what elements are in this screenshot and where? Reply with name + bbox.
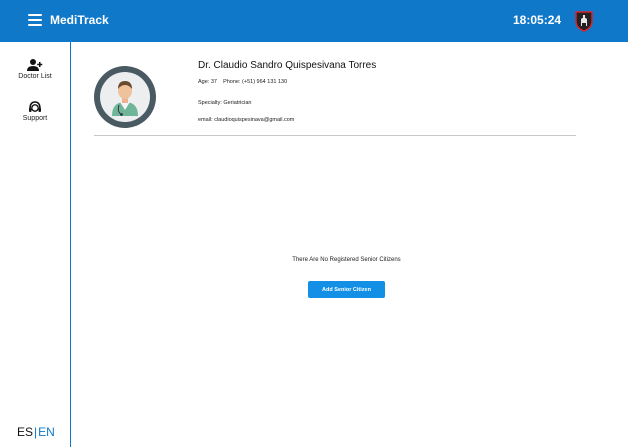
sidebar-item-support[interactable]: Support	[0, 100, 70, 122]
sidebar-item-label: Support	[22, 115, 48, 122]
profile-divider	[94, 135, 576, 136]
add-user-icon	[27, 59, 43, 71]
language-en-option[interactable]: EN	[38, 425, 55, 439]
sidebar: Doctor List Support ES|EN	[0, 42, 71, 447]
empty-state-message: There Are No Registered Senior Citizens	[292, 257, 401, 263]
sidebar-item-doctor-list[interactable]: Doctor List	[0, 58, 70, 80]
language-es-option[interactable]: ES	[17, 425, 33, 439]
alpaca-shield-logo-icon	[575, 11, 593, 32]
doctor-specialty: Specialty: Geriatrician	[198, 100, 252, 106]
doctor-avatar-icon	[112, 81, 138, 116]
app-title: MediTrack	[50, 13, 109, 27]
support-agent-icon	[29, 101, 41, 112]
doctor-avatar	[94, 66, 156, 128]
doctor-age-phone: Age: 37 Phone: (+51) 964 131 130	[198, 79, 288, 85]
language-switcher: ES|EN	[17, 425, 55, 439]
doctor-email: email: claudioquispesinava@gmail.com	[198, 117, 295, 123]
doctor-name: Dr. Claudio Sandro Quispesivana Torres	[198, 60, 377, 71]
add-senior-citizen-button[interactable]: Add Senior Citizen	[308, 281, 385, 298]
clock: 18:05:24	[513, 13, 562, 27]
sidebar-item-label: Doctor List	[18, 73, 52, 80]
menu-icon[interactable]	[28, 14, 42, 26]
language-separator: |	[34, 425, 38, 439]
app-bar: MediTrack 18:05:24	[0, 0, 628, 42]
